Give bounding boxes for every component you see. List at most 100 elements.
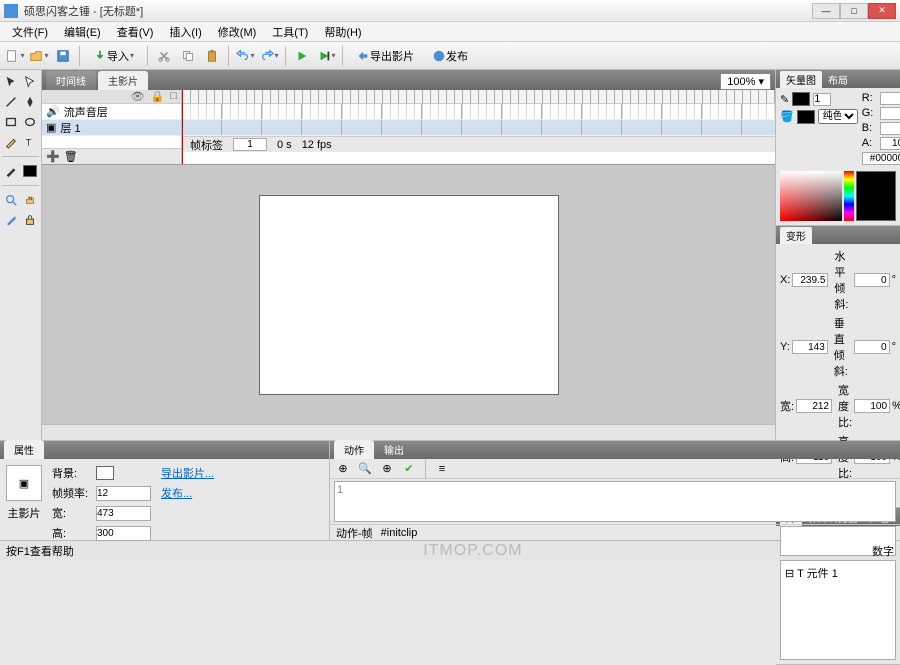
paste-button[interactable] [201,45,223,67]
tab-timeline[interactable]: 时间线 [46,71,96,90]
main-toolbar: ▾ ▾ 导入▾ ▾ ▾ ▾ 导出影片 发布 [0,42,900,70]
copy-button[interactable] [177,45,199,67]
redo-button[interactable]: ▾ [258,45,280,67]
fps-text: 12 fps [302,139,332,151]
pen-tool[interactable] [22,93,40,111]
tab-transform[interactable]: 变形 [780,227,812,244]
g-input[interactable] [880,107,900,120]
svg-text:T: T [26,138,32,149]
stage-canvas[interactable] [259,195,559,395]
frames-layer1[interactable] [182,120,775,136]
menu-help[interactable]: 帮助(H) [316,24,369,40]
stage-area[interactable] [42,165,775,424]
playhead[interactable] [182,90,183,164]
menu-file[interactable]: 文件(F) [4,24,56,40]
hskew-input[interactable] [854,273,890,287]
delete-layer-icon[interactable]: 🗑 [64,150,78,163]
export-link[interactable]: 导出影片... [161,465,214,481]
play-button[interactable] [291,45,313,67]
a-input[interactable] [880,137,900,150]
tab-vector[interactable]: 矢量图 [780,71,822,88]
pencil-tool[interactable] [2,133,20,151]
hue-slider[interactable] [844,171,854,221]
fps-input[interactable] [96,486,151,501]
stroke-swatch[interactable] [792,92,810,106]
menu-view[interactable]: 查看(V) [109,24,162,40]
width-input[interactable] [96,506,151,521]
color-picker[interactable] [780,171,842,221]
add-layer-icon[interactable]: ➕ [46,150,60,163]
tab-actions[interactable]: 动作 [334,440,374,459]
height-input[interactable] [96,526,151,541]
save-button[interactable] [52,45,74,67]
frames-sound[interactable] [182,104,775,120]
clip-icon: ▣ [6,465,42,501]
r-input[interactable] [880,92,900,105]
selection-tool[interactable] [2,73,20,91]
w-input[interactable] [796,399,832,413]
current-frame-input[interactable] [233,138,267,151]
export-button[interactable]: 导出影片 [348,45,422,67]
minimize-button[interactable]: — [812,3,840,19]
tab-properties[interactable]: 属性 [4,440,44,459]
new-button[interactable]: ▾ [4,45,26,67]
menu-modify[interactable]: 修改(M) [210,24,265,40]
menu-tools[interactable]: 工具(T) [264,24,316,40]
script-format-icon[interactable]: ≡ [433,460,451,478]
publish-link[interactable]: 发布... [161,485,214,501]
rect-tool[interactable] [2,113,20,131]
text-tool[interactable]: T [22,133,40,151]
x-input[interactable] [792,273,828,287]
cut-button[interactable] [153,45,175,67]
status-num: 数字 [872,543,894,559]
menu-edit[interactable]: 编辑(E) [56,24,109,40]
script-editor[interactable]: 1 [334,481,896,522]
lock-icon[interactable]: 🔒 [151,90,165,103]
tab-layout[interactable]: 布局 [822,71,854,88]
check-icon[interactable]: ✔ [400,460,418,478]
library-item[interactable]: ⊟ T 元件 1 [785,565,891,581]
layer-1[interactable]: ▣层 1 [42,120,181,136]
stage-scrollbar[interactable] [42,424,775,440]
oval-tool[interactable] [22,113,40,131]
eye-icon[interactable]: 👁 [131,90,145,103]
tab-mainclip[interactable]: 主影片 [98,71,148,90]
layer-sound[interactable]: 🔊流声音层 [42,104,181,120]
publish-button[interactable]: 发布 [424,45,476,67]
bg-swatch[interactable] [96,466,114,480]
find-icon[interactable]: 🔍 [356,460,374,478]
menu-insert[interactable]: 插入(I) [161,24,209,40]
lock-tool[interactable] [22,211,40,229]
hand-tool[interactable] [22,191,40,209]
playhead-button[interactable]: ▾ [315,45,337,67]
tab-output[interactable]: 输出 [374,440,414,459]
stroke-width-input[interactable] [813,93,831,106]
b-input[interactable] [880,122,900,135]
add-script-icon[interactable]: ⊕ [334,460,352,478]
undo-button[interactable]: ▾ [234,45,256,67]
open-button[interactable]: ▾ [28,45,50,67]
fill-color[interactable] [22,162,40,180]
watermark: ITMOP.COM [423,542,522,560]
target-icon[interactable]: ⊕ [378,460,396,478]
stroke-color[interactable] [2,162,20,180]
frame-ruler[interactable] [182,90,775,104]
subselect-tool[interactable] [22,73,40,91]
zoom-tool[interactable] [2,191,20,209]
zoom-select[interactable]: 100% ▾ [720,73,771,90]
tools-panel: T [0,70,42,440]
close-button[interactable]: ✕ [868,3,896,19]
import-button[interactable]: 导入▾ [85,45,142,67]
hex-input[interactable] [862,152,900,165]
line-tool[interactable] [2,93,20,111]
wr-input[interactable] [854,399,890,413]
vskew-input[interactable] [854,340,890,354]
fill-type-select[interactable]: 纯色 [818,109,858,124]
library-list[interactable]: ⊟ T 元件 1 [780,560,896,660]
maximize-button[interactable]: □ [840,3,868,19]
eyedropper-tool[interactable] [2,211,20,229]
fill-swatch[interactable] [797,110,815,124]
timeline-panel: 👁🔒□ 🔊流声音层 ▣层 1 ➕🗑 帧标签 0 s 12 fps [42,90,775,165]
y-input[interactable] [792,340,828,354]
menubar: 文件(F) 编辑(E) 查看(V) 插入(I) 修改(M) 工具(T) 帮助(H… [0,22,900,42]
